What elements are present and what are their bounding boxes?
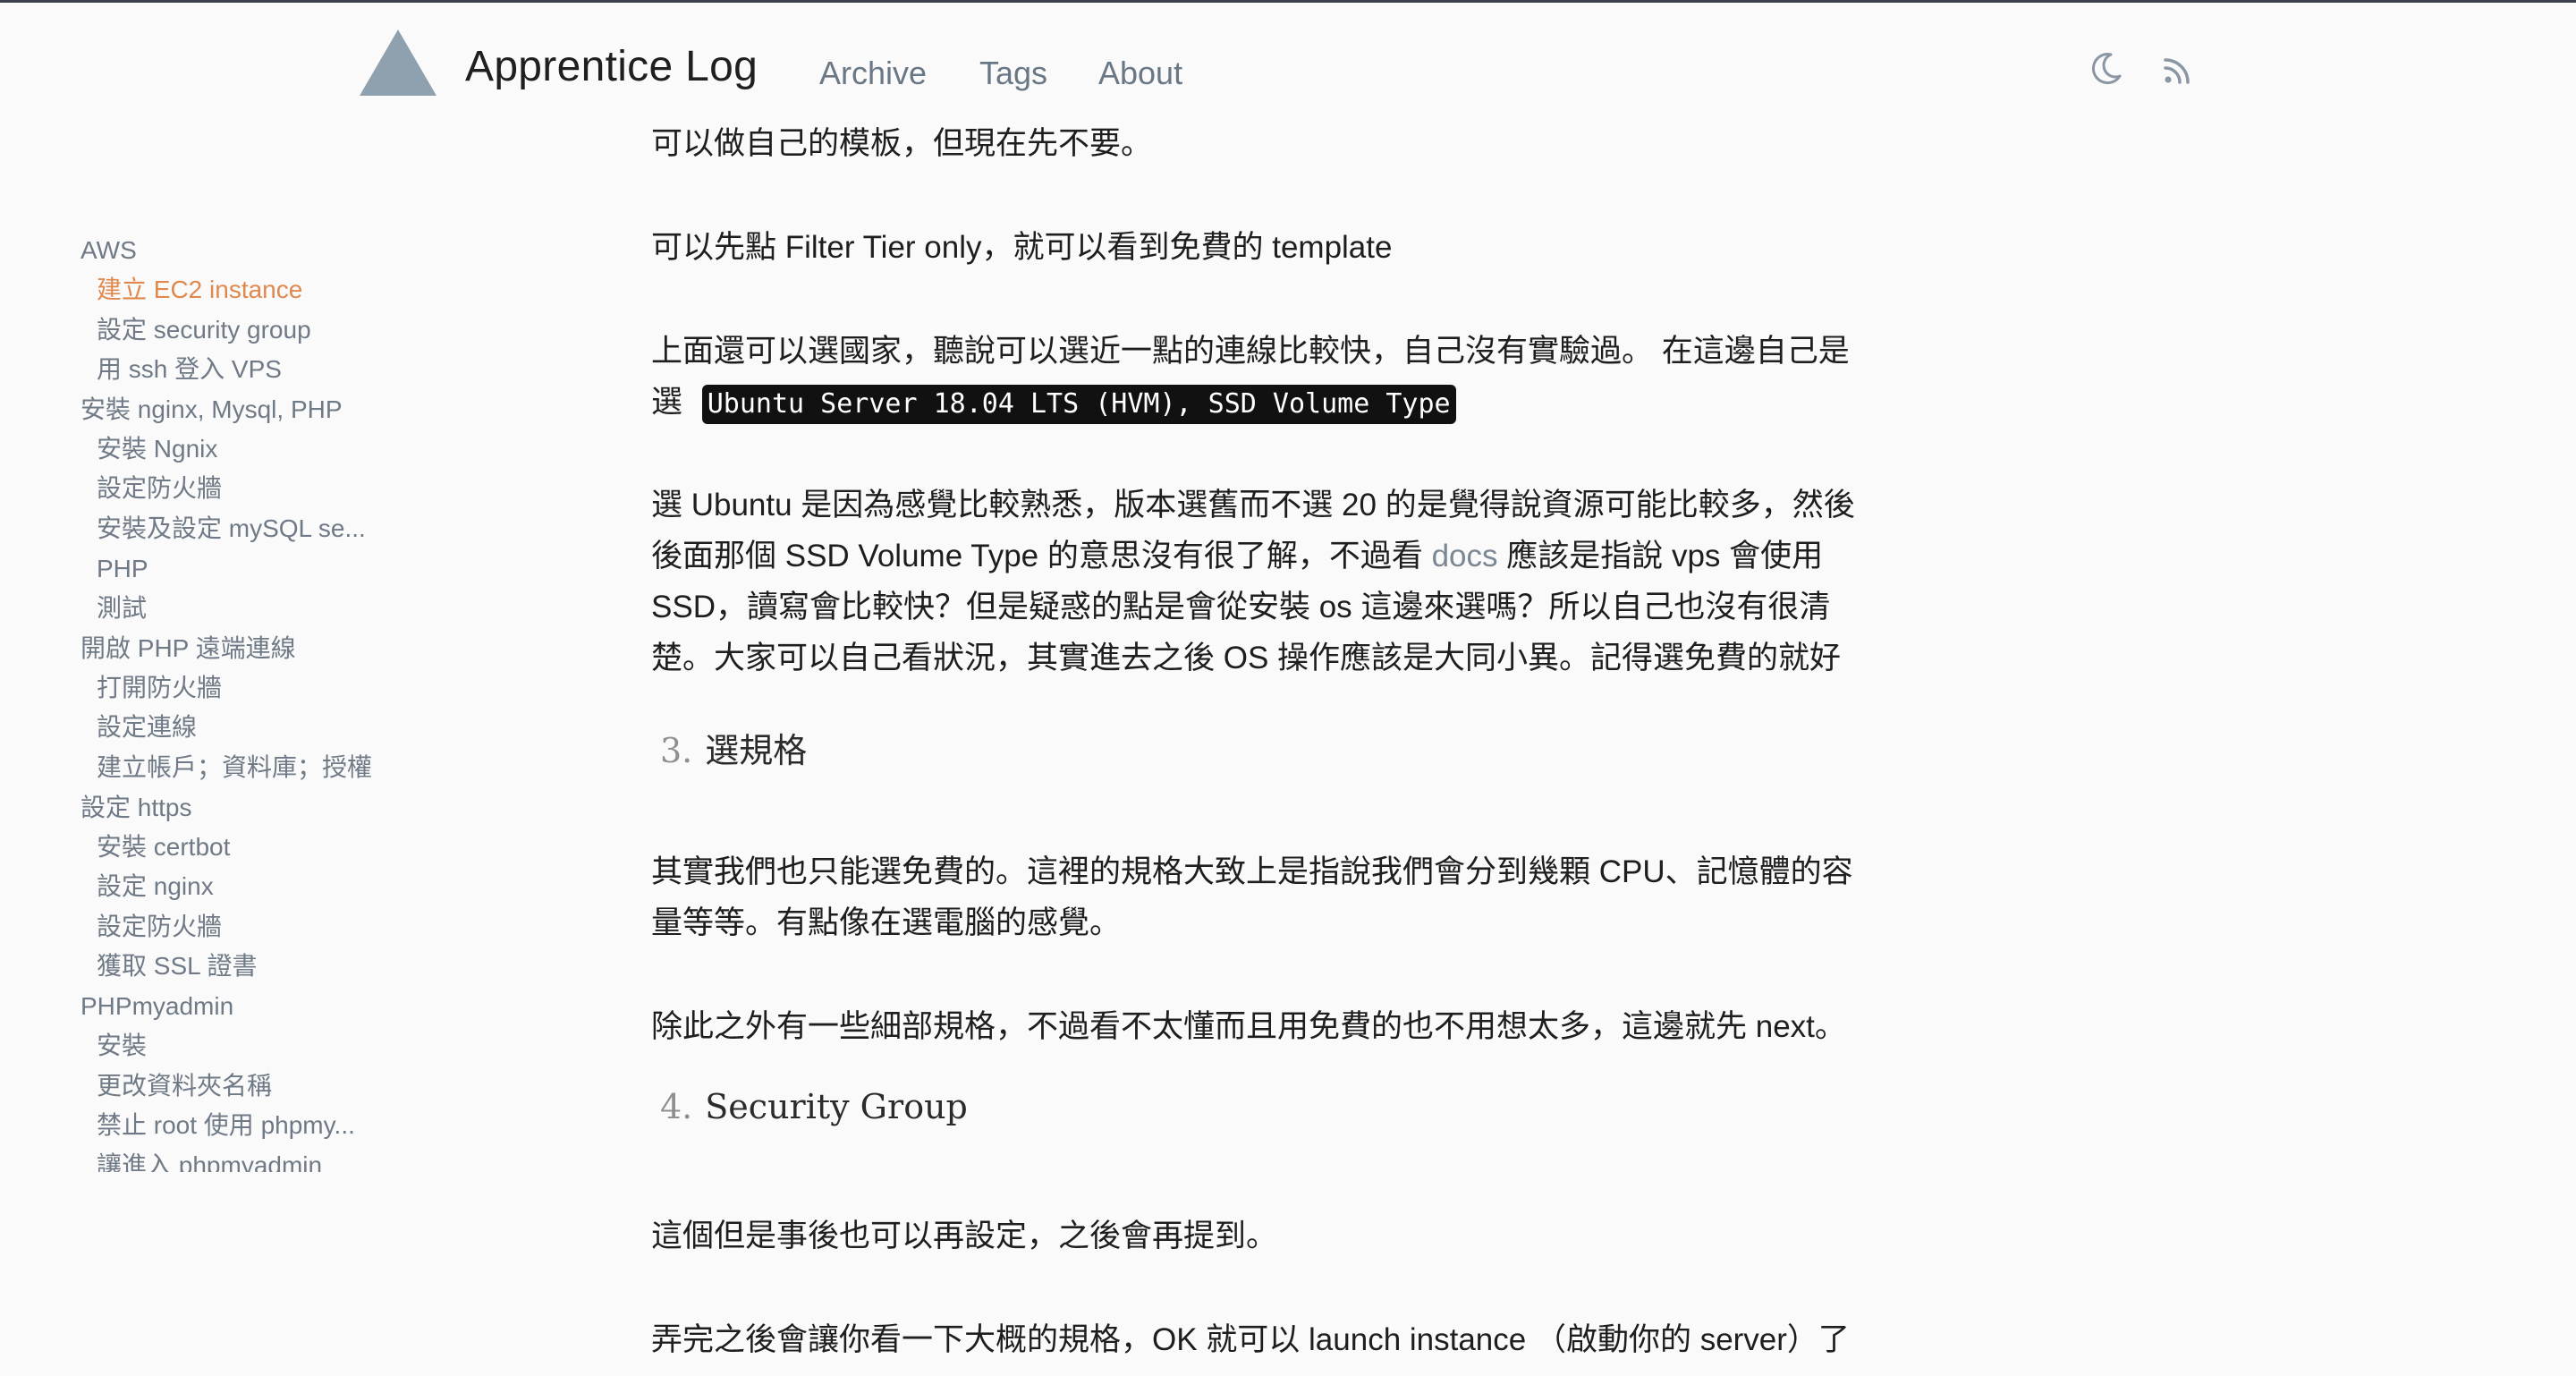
section-heading: 4. Security Group — [660, 1087, 968, 1126]
toc-item-setup-nginx[interactable]: 設定 nginx — [80, 867, 402, 907]
paragraph: 除此之外有一些細部規格，不過看不太懂而且用免費的也不用想太多，這邊就先 next… — [651, 1009, 1846, 1044]
nav-tags[interactable]: Tags — [979, 55, 1047, 92]
table-of-contents: AWS 建立 EC2 instance 設定 security group 用 … — [80, 231, 402, 1172]
paragraph: 弄完之後會讓你看一下大概的規格，OK 就可以 launch instance （… — [651, 1322, 1850, 1357]
toc-item-create-account[interactable]: 建立帳戶；資料庫；授權 — [80, 748, 402, 788]
toc-item-firewall-2[interactable]: 設定防火牆 — [80, 907, 402, 947]
toc-section-https[interactable]: 設定 https — [80, 788, 402, 828]
heading-text: Security Group — [705, 1087, 968, 1126]
toc-item-enter-phpmyadmin[interactable]: 讓進入 phpmyadmin — [80, 1146, 402, 1172]
toc-item-setup-connection[interactable]: 設定連線 — [80, 708, 402, 748]
toc-item-firewall[interactable]: 設定防火牆 — [80, 469, 402, 509]
paragraph-text: 後面那個 SSD Volume Type 的意思沒有很了解，不過看 — [651, 539, 1432, 573]
paragraph-line: 量等等。有點像在選電腦的感覺。 — [651, 905, 1122, 940]
paragraph-line: 後面那個 SSD Volume Type 的意思沒有很了解，不過看 docs 應… — [651, 531, 1823, 582]
nav-archive[interactable]: Archive — [819, 55, 927, 92]
heading-number: 3. — [660, 731, 693, 770]
paragraph-text: 應該是指說 vps 會使用 — [1497, 539, 1824, 573]
toc-item-create-ec2[interactable]: 建立 EC2 instance — [80, 270, 402, 310]
rss-icon[interactable] — [2159, 49, 2199, 89]
nav-about[interactable]: About — [1098, 55, 1182, 92]
toc-item-security-group[interactable]: 設定 security group — [80, 310, 402, 351]
section-heading: 3. 選規格 — [660, 723, 807, 772]
triangle-logo-icon[interactable] — [360, 30, 436, 96]
toc-item-install-mysql[interactable]: 安裝及設定 mySQL se... — [80, 509, 402, 549]
paragraph: 可以先點 Filter Tier only，就可以看到免費的 template — [651, 230, 1393, 265]
toc-section-install-stack[interactable]: 安裝 nginx, Mysql, PHP — [80, 390, 402, 429]
toc-item-php[interactable]: PHP — [80, 549, 402, 590]
toc-item-rename-folder[interactable]: 更改資料夾名稱 — [80, 1066, 402, 1107]
paragraph-line: 其實我們也只能選免費的。這裡的規格大致上是指說我們會分到幾顆 CPU、記憶體的容 — [651, 854, 1853, 889]
paragraph-line: 選 Ubuntu Server 18.04 LTS (HVM), SSD Vol… — [651, 377, 1456, 428]
paragraph-line: SSD，讀寫會比較快？但是疑惑的點是會從安裝 os 這邊來選嗎？所以自己也沒有很… — [651, 590, 1831, 624]
paragraph-text: 選 — [651, 385, 683, 420]
toc-item-open-firewall[interactable]: 打開防火牆 — [80, 668, 402, 709]
toc-item-ssh-login[interactable]: 用 ssh 登入 VPS — [80, 350, 402, 390]
paragraph-line: 楚。大家可以自己看狀況，其實進去之後 OS 操作應該是大同小異。記得選免費的就好 — [651, 641, 1842, 675]
paragraph: 可以做自己的模板，但現在先不要。 — [651, 126, 1153, 161]
toc-item-install[interactable]: 安裝 — [80, 1026, 402, 1066]
toc-item-install-certbot[interactable]: 安裝 certbot — [80, 828, 402, 868]
heading-number: 4. — [660, 1087, 693, 1126]
inline-code: Ubuntu Server 18.04 LTS (HVM), SSD Volum… — [701, 384, 1456, 424]
paragraph-line: 上面還可以選國家，聽說可以選近一點的連線比較快，自己沒有實驗過。 在這邊自己是 — [651, 334, 1850, 369]
toc-section-aws[interactable]: AWS — [80, 231, 402, 270]
toc-item-install-nginx[interactable]: 安裝 Ngnix — [80, 429, 402, 470]
site-title[interactable]: Apprentice Log — [465, 42, 758, 91]
docs-link[interactable]: docs — [1432, 539, 1498, 573]
site-header: Apprentice Log Archive Tags About — [0, 3, 2576, 137]
toc-item-test[interactable]: 測試 — [80, 589, 402, 629]
toc-item-get-ssl[interactable]: 獲取 SSL 證書 — [80, 947, 402, 987]
moon-icon[interactable] — [2086, 49, 2125, 89]
heading-text: 選規格 — [705, 731, 808, 770]
toc-section-phpmyadmin[interactable]: PHPmyadmin — [80, 987, 402, 1026]
toc-section-php-remote[interactable]: 開啟 PHP 遠端連線 — [80, 629, 402, 668]
toc-item-disable-root[interactable]: 禁止 root 使用 phpmy... — [80, 1106, 402, 1146]
paragraph: 這個但是事後也可以再設定，之後會再提到。 — [651, 1219, 1278, 1253]
paragraph-line: 選 Ubuntu 是因為感覺比較熟悉，版本選舊而不選 20 的是覺得說資源可能比… — [651, 488, 1855, 522]
